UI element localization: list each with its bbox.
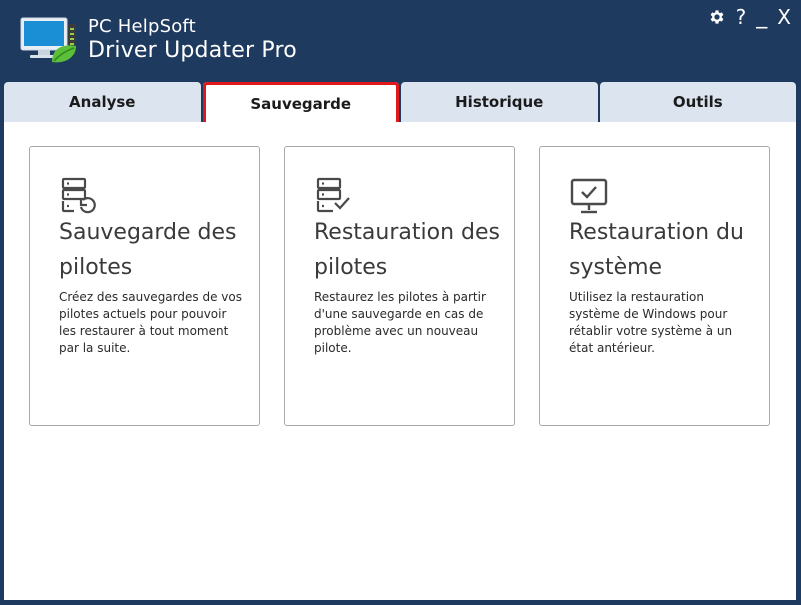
- minimize-button[interactable]: _: [756, 6, 767, 28]
- card-driver-restore[interactable]: Restauration des pilotes Restaurez les p…: [284, 146, 515, 426]
- card-description: Utilisez la restauration système de Wind…: [569, 290, 733, 355]
- gear-icon[interactable]: [708, 8, 726, 26]
- card-description: Créez des sauvegardes de vos pilotes act…: [59, 290, 242, 355]
- card-title: Sauvegarde des pilotes: [59, 220, 237, 280]
- window-controls: ? _ X: [708, 6, 791, 28]
- card-system-restore[interactable]: Restauration du système Utilisez la rest…: [539, 146, 770, 426]
- tab-outils[interactable]: Outils: [599, 82, 796, 122]
- main-content: Sauvegarde des pilotes Créez des sauvega…: [4, 122, 796, 600]
- app-title-line1: PC HelpSoft: [88, 16, 196, 37]
- card-driver-backup[interactable]: Sauvegarde des pilotes Créez des sauvega…: [29, 146, 260, 426]
- app-title: PC HelpSoft Driver Updater Pro: [88, 16, 297, 64]
- app-window: PC HelpSoft Driver Updater Pro ? _ X Ana…: [0, 0, 801, 605]
- server-backup-icon: [59, 177, 99, 217]
- close-button[interactable]: X: [777, 6, 791, 28]
- tab-sauvegarde[interactable]: Sauvegarde: [202, 82, 399, 126]
- tab-analyse[interactable]: Analyse: [4, 82, 201, 122]
- server-check-icon: [314, 177, 354, 217]
- monitor-leaf-icon: [18, 16, 80, 64]
- help-button[interactable]: ?: [736, 6, 747, 28]
- tab-bar: Analyse Sauvegarde Historique Outils: [4, 82, 796, 126]
- card-description: Restaurez les pilotes à partir d'une sau…: [314, 290, 486, 355]
- monitor-check-icon: [569, 177, 609, 217]
- app-title-line2: Driver Updater Pro: [88, 38, 297, 63]
- card-title: Restauration du système: [569, 220, 744, 280]
- tab-historique[interactable]: Historique: [401, 82, 598, 122]
- card-title: Restauration des pilotes: [314, 220, 500, 280]
